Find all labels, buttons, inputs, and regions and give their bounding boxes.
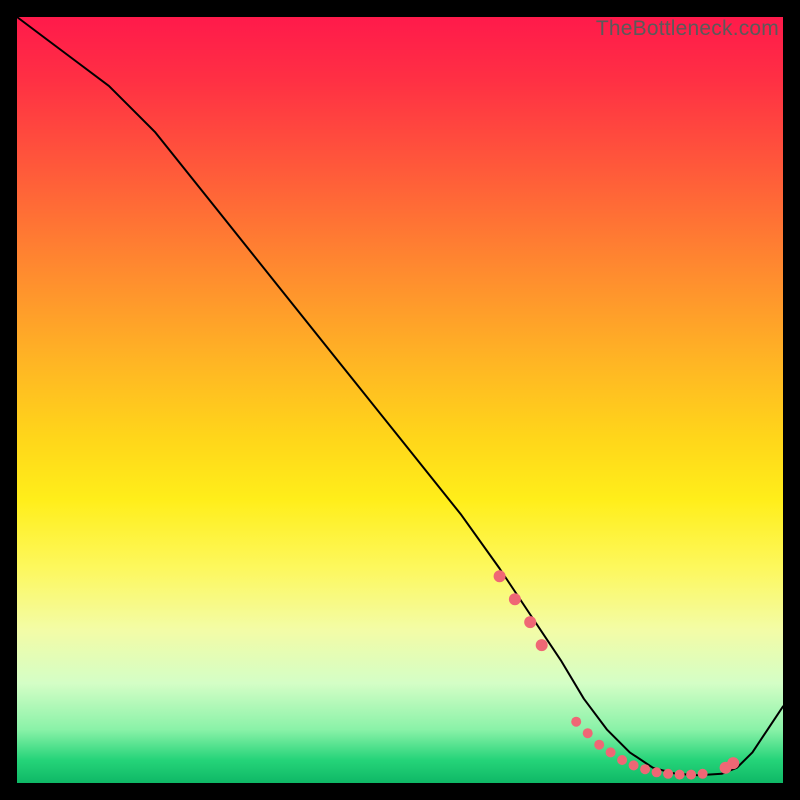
highlight-dot xyxy=(536,639,548,651)
highlight-dot xyxy=(594,740,604,750)
highlight-dot xyxy=(606,747,616,757)
highlight-dot xyxy=(524,616,536,628)
plot-area: TheBottleneck.com xyxy=(17,17,783,783)
highlight-dot xyxy=(675,770,685,780)
highlight-dot xyxy=(583,728,593,738)
highlight-dot xyxy=(494,570,506,582)
highlight-dot xyxy=(686,770,696,780)
highlight-dots xyxy=(494,570,740,779)
highlight-dot xyxy=(617,755,627,765)
highlight-dot xyxy=(652,767,662,777)
bottleneck-curve xyxy=(17,17,783,775)
chart-frame: TheBottleneck.com xyxy=(0,0,800,800)
highlight-dot xyxy=(509,593,521,605)
chart-svg xyxy=(17,17,783,783)
highlight-dot xyxy=(663,769,673,779)
highlight-dot xyxy=(727,757,739,769)
highlight-dot xyxy=(629,760,639,770)
highlight-dot xyxy=(640,764,650,774)
highlight-dot xyxy=(571,717,581,727)
highlight-dot xyxy=(698,769,708,779)
